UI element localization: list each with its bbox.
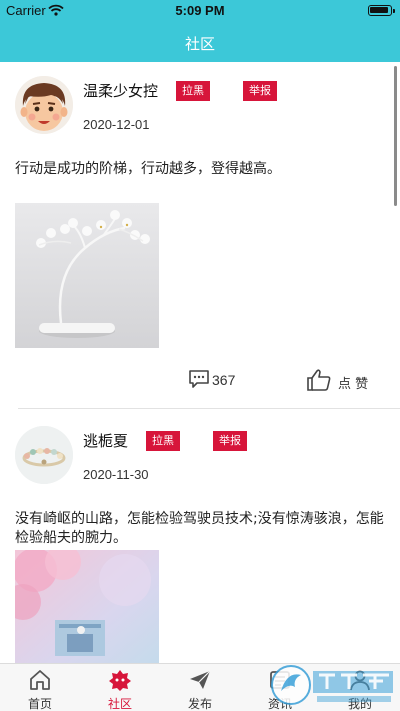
battery-icon xyxy=(368,5,395,16)
avatar-boy-icon xyxy=(15,76,73,134)
like-label: 点 赞 xyxy=(338,377,369,392)
post-card: 温柔少女控 拉黑 举报 2020-12-01 行动是成功的阶梯，行动越多，登得越… xyxy=(0,62,400,408)
tab-home[interactable]: 首页 xyxy=(0,664,80,711)
post-card: 逃栀夏 拉黑 举报 2020-11-30 没有崎岖的山路，怎能检验驾驶员技术;没… xyxy=(0,412,400,663)
post-image[interactable] xyxy=(15,203,159,348)
home-icon xyxy=(30,670,50,690)
comment-count: 367 xyxy=(212,372,236,388)
block-button[interactable]: 拉黑 xyxy=(146,431,180,451)
tab-label: 发布 xyxy=(187,697,212,711)
tab-label: 社区 xyxy=(107,697,132,711)
comment-button[interactable]: 367 xyxy=(188,369,248,391)
tab-community[interactable]: 社区 xyxy=(80,664,160,711)
post-feed[interactable]: 温柔少女控 拉黑 举报 2020-12-01 行动是成功的阶梯，行动越多，登得越… xyxy=(0,62,400,663)
scrollbar[interactable] xyxy=(394,66,397,206)
app-header: Carrier 5:09 PM 社区 xyxy=(0,0,400,62)
block-button[interactable]: 拉黑 xyxy=(176,81,210,101)
status-bar: Carrier 5:09 PM xyxy=(0,0,400,22)
post-username[interactable]: 温柔少女控 xyxy=(83,80,158,101)
site-watermark-logo xyxy=(271,665,393,705)
tab-publish[interactable]: 发布 xyxy=(160,664,240,711)
report-button[interactable]: 举报 xyxy=(213,431,247,451)
post-content: 行动是成功的阶梯，行动越多，登得越高。 xyxy=(15,161,281,177)
tab-label: 首页 xyxy=(27,697,52,711)
post-date: 2020-11-30 xyxy=(83,467,149,482)
like-button[interactable]: 点 赞 xyxy=(306,368,376,392)
page-title: 社区 xyxy=(184,35,215,53)
post-username[interactable]: 逃栀夏 xyxy=(83,430,128,451)
send-icon xyxy=(190,670,211,689)
post-date: 2020-12-01 xyxy=(83,117,150,132)
community-icon xyxy=(109,670,131,691)
post-image[interactable] xyxy=(15,550,159,663)
avatar[interactable] xyxy=(15,76,73,134)
thumbs-up-icon xyxy=(307,369,331,391)
status-time: 5:09 PM xyxy=(175,3,225,18)
avatar-bracelet-icon xyxy=(15,426,73,484)
post-divider xyxy=(18,408,400,409)
comment-icon xyxy=(189,370,209,388)
report-button[interactable]: 举报 xyxy=(243,81,277,101)
post-content: 没有崎岖的山路，怎能检验驾驶员技术;没有惊涛骇浪，怎能检验船夫的腕力。 xyxy=(15,511,384,546)
avatar[interactable] xyxy=(15,426,73,484)
